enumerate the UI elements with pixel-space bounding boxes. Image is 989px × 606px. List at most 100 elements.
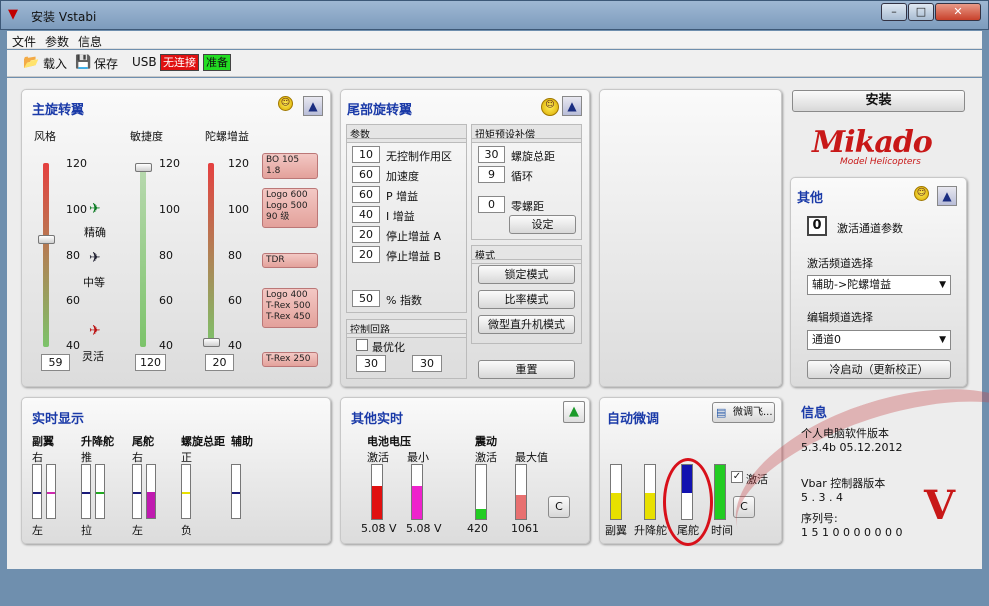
freq-select[interactable]: 辅助->陀螺增益 ▼ [807, 275, 951, 295]
activate-checkbox[interactable]: ✓ [731, 471, 743, 483]
rt-top-label: 右 [32, 451, 43, 464]
aileron-meter [32, 464, 42, 519]
helicopter-icon: ✈ [89, 201, 101, 217]
rt-bottom-label: 拉 [81, 524, 92, 537]
param-stop-b-field[interactable]: 20 [352, 246, 380, 263]
connection-status-badge: 无连接 [160, 54, 199, 71]
torque-cyclic-field[interactable]: 9 [478, 166, 505, 183]
style-slider-thumb[interactable] [38, 234, 55, 244]
smiley-icon[interactable]: ☺ [914, 186, 929, 201]
activate-param-label: 激活通道参数 [837, 222, 903, 235]
trim-time-meter [714, 464, 726, 520]
ready-status-badge: 准备 [203, 54, 231, 71]
heli-callout: TDR [262, 253, 318, 268]
usb-label: USB [132, 55, 157, 69]
graduation-cap-icon[interactable]: ▲ [303, 96, 323, 116]
realtime-title: 实时显示 [32, 412, 85, 427]
load-button[interactable]: 载入 [43, 55, 67, 72]
tail-rotor-panel: 尾部旋转翼 ☺ ▲ 参数 10 无控制作用区 60 加速度 60 P 增益 40… [340, 89, 590, 387]
heli-callout: Logo 600 Logo 500 90 级 [262, 188, 318, 228]
param-deadband-field[interactable]: 10 [352, 146, 380, 163]
activate-param-value[interactable]: 0 [807, 216, 827, 236]
menu-info[interactable]: 信息 [78, 33, 102, 50]
heli-callout: Logo 400 T-Rex 500 T-Rex 450 [262, 288, 318, 328]
trim-aileron-meter [610, 464, 622, 520]
cold-start-button[interactable]: 冷启动（更新校正） [807, 360, 951, 379]
gyro-value-field[interactable]: 20 [205, 354, 234, 371]
gyro-slider-track[interactable] [208, 163, 214, 347]
param-p-gain-field[interactable]: 60 [352, 186, 380, 203]
rate-mode-button[interactable]: 比率模式 [478, 290, 575, 309]
close-button[interactable]: ✕ [935, 3, 981, 21]
param-p-gain-label: P 增益 [386, 190, 419, 203]
menu-file[interactable]: 文件 [12, 33, 36, 50]
pc-version-label: 个人电脑软件版本 [801, 427, 889, 440]
set-button[interactable]: 设定 [509, 215, 576, 234]
chevron-down-icon: ▼ [939, 280, 946, 290]
heli-callout: T-Rex 250 [262, 352, 318, 367]
rt-header-aux: 辅助 [231, 435, 253, 448]
rt-top-label: 正 [181, 451, 192, 464]
menu-params[interactable]: 参数 [45, 33, 69, 50]
battery-min-value: 5.08 V [406, 522, 442, 535]
param-stop-a-field[interactable]: 20 [352, 226, 380, 243]
smiley-icon[interactable]: ☺ [278, 96, 293, 111]
vbar-logo: V [924, 482, 956, 529]
torque-collective-field[interactable]: 30 [478, 146, 505, 163]
minimize-button[interactable]: – [881, 3, 907, 21]
agility-value-field[interactable]: 120 [135, 354, 166, 371]
param-accel-field[interactable]: 60 [352, 166, 380, 183]
mikado-logo: Mikado [812, 125, 933, 160]
app-icon: ▼ [8, 7, 18, 22]
param-stop-b-label: 停止增益 B [386, 250, 442, 263]
tick-label: 80 [228, 249, 242, 262]
tick-label: 60 [228, 294, 242, 307]
torque-zero-pitch-field[interactable]: 0 [478, 196, 505, 213]
style-slider-track[interactable] [43, 163, 49, 347]
pc-version-value: 5.3.4b 05.12.2012 [801, 441, 903, 454]
rt-bottom-label: 左 [132, 524, 143, 537]
agility-slider-track[interactable] [140, 163, 146, 347]
heli-callout: BO 105 1.8 [262, 153, 318, 179]
param-accel-label: 加速度 [386, 170, 419, 183]
install-button[interactable]: 安装 [792, 90, 965, 112]
loop-value-field[interactable]: 30 [412, 355, 442, 372]
exponent-field[interactable]: 50 [352, 290, 380, 307]
info-title: 信息 [801, 406, 828, 421]
param-i-gain-field[interactable]: 40 [352, 206, 380, 223]
vibration-active-meter [475, 464, 487, 520]
graduation-cap-icon[interactable]: ▲ [562, 96, 582, 116]
tick-label: 80 [159, 249, 173, 262]
trim-bar-label: 时间 [711, 524, 733, 537]
rt-bottom-label: 负 [181, 524, 192, 537]
window-title: 安装 Vstabi [31, 10, 97, 24]
clear-button[interactable]: C [548, 496, 570, 518]
save-button[interactable]: 保存 [94, 55, 118, 72]
micro-heli-mode-button[interactable]: 微型直升机模式 [478, 315, 575, 334]
trim-bar-label: 尾舵 [677, 524, 699, 537]
optimize-checkbox[interactable] [356, 339, 368, 351]
chart-icon[interactable]: ▲ [563, 401, 585, 423]
lock-mode-button[interactable]: 锁定模式 [478, 265, 575, 284]
smiley-icon[interactable]: ☺ [541, 98, 559, 116]
style-label-precise: 精确 [84, 226, 106, 239]
aileron-meter-2 [46, 464, 56, 519]
graduation-cap-icon[interactable]: ▲ [937, 186, 957, 206]
tick-label: 120 [228, 157, 249, 170]
trim-bar-label: 升降舵 [634, 524, 667, 537]
style-value-field[interactable]: 59 [41, 354, 70, 371]
style-label-medium: 中等 [83, 276, 105, 289]
tune-flight-button[interactable]: ▤ 微调飞... [712, 402, 775, 423]
edit-select[interactable]: 通道0 ▼ [807, 330, 951, 350]
param-i-gain-label: I 增益 [386, 210, 415, 223]
empty-panel [599, 89, 782, 387]
maximize-button[interactable]: □ [908, 3, 934, 21]
serial-label: 序列号: [801, 512, 838, 525]
tick-label: 120 [66, 157, 87, 170]
reset-button[interactable]: 重置 [478, 360, 575, 379]
agility-slider-thumb[interactable] [135, 163, 152, 172]
gyro-slider-thumb[interactable] [203, 338, 220, 347]
loop-value-field[interactable]: 30 [356, 355, 386, 372]
rt-header-rudder: 尾舵 [132, 435, 154, 448]
rt-top-label: 推 [81, 451, 92, 464]
